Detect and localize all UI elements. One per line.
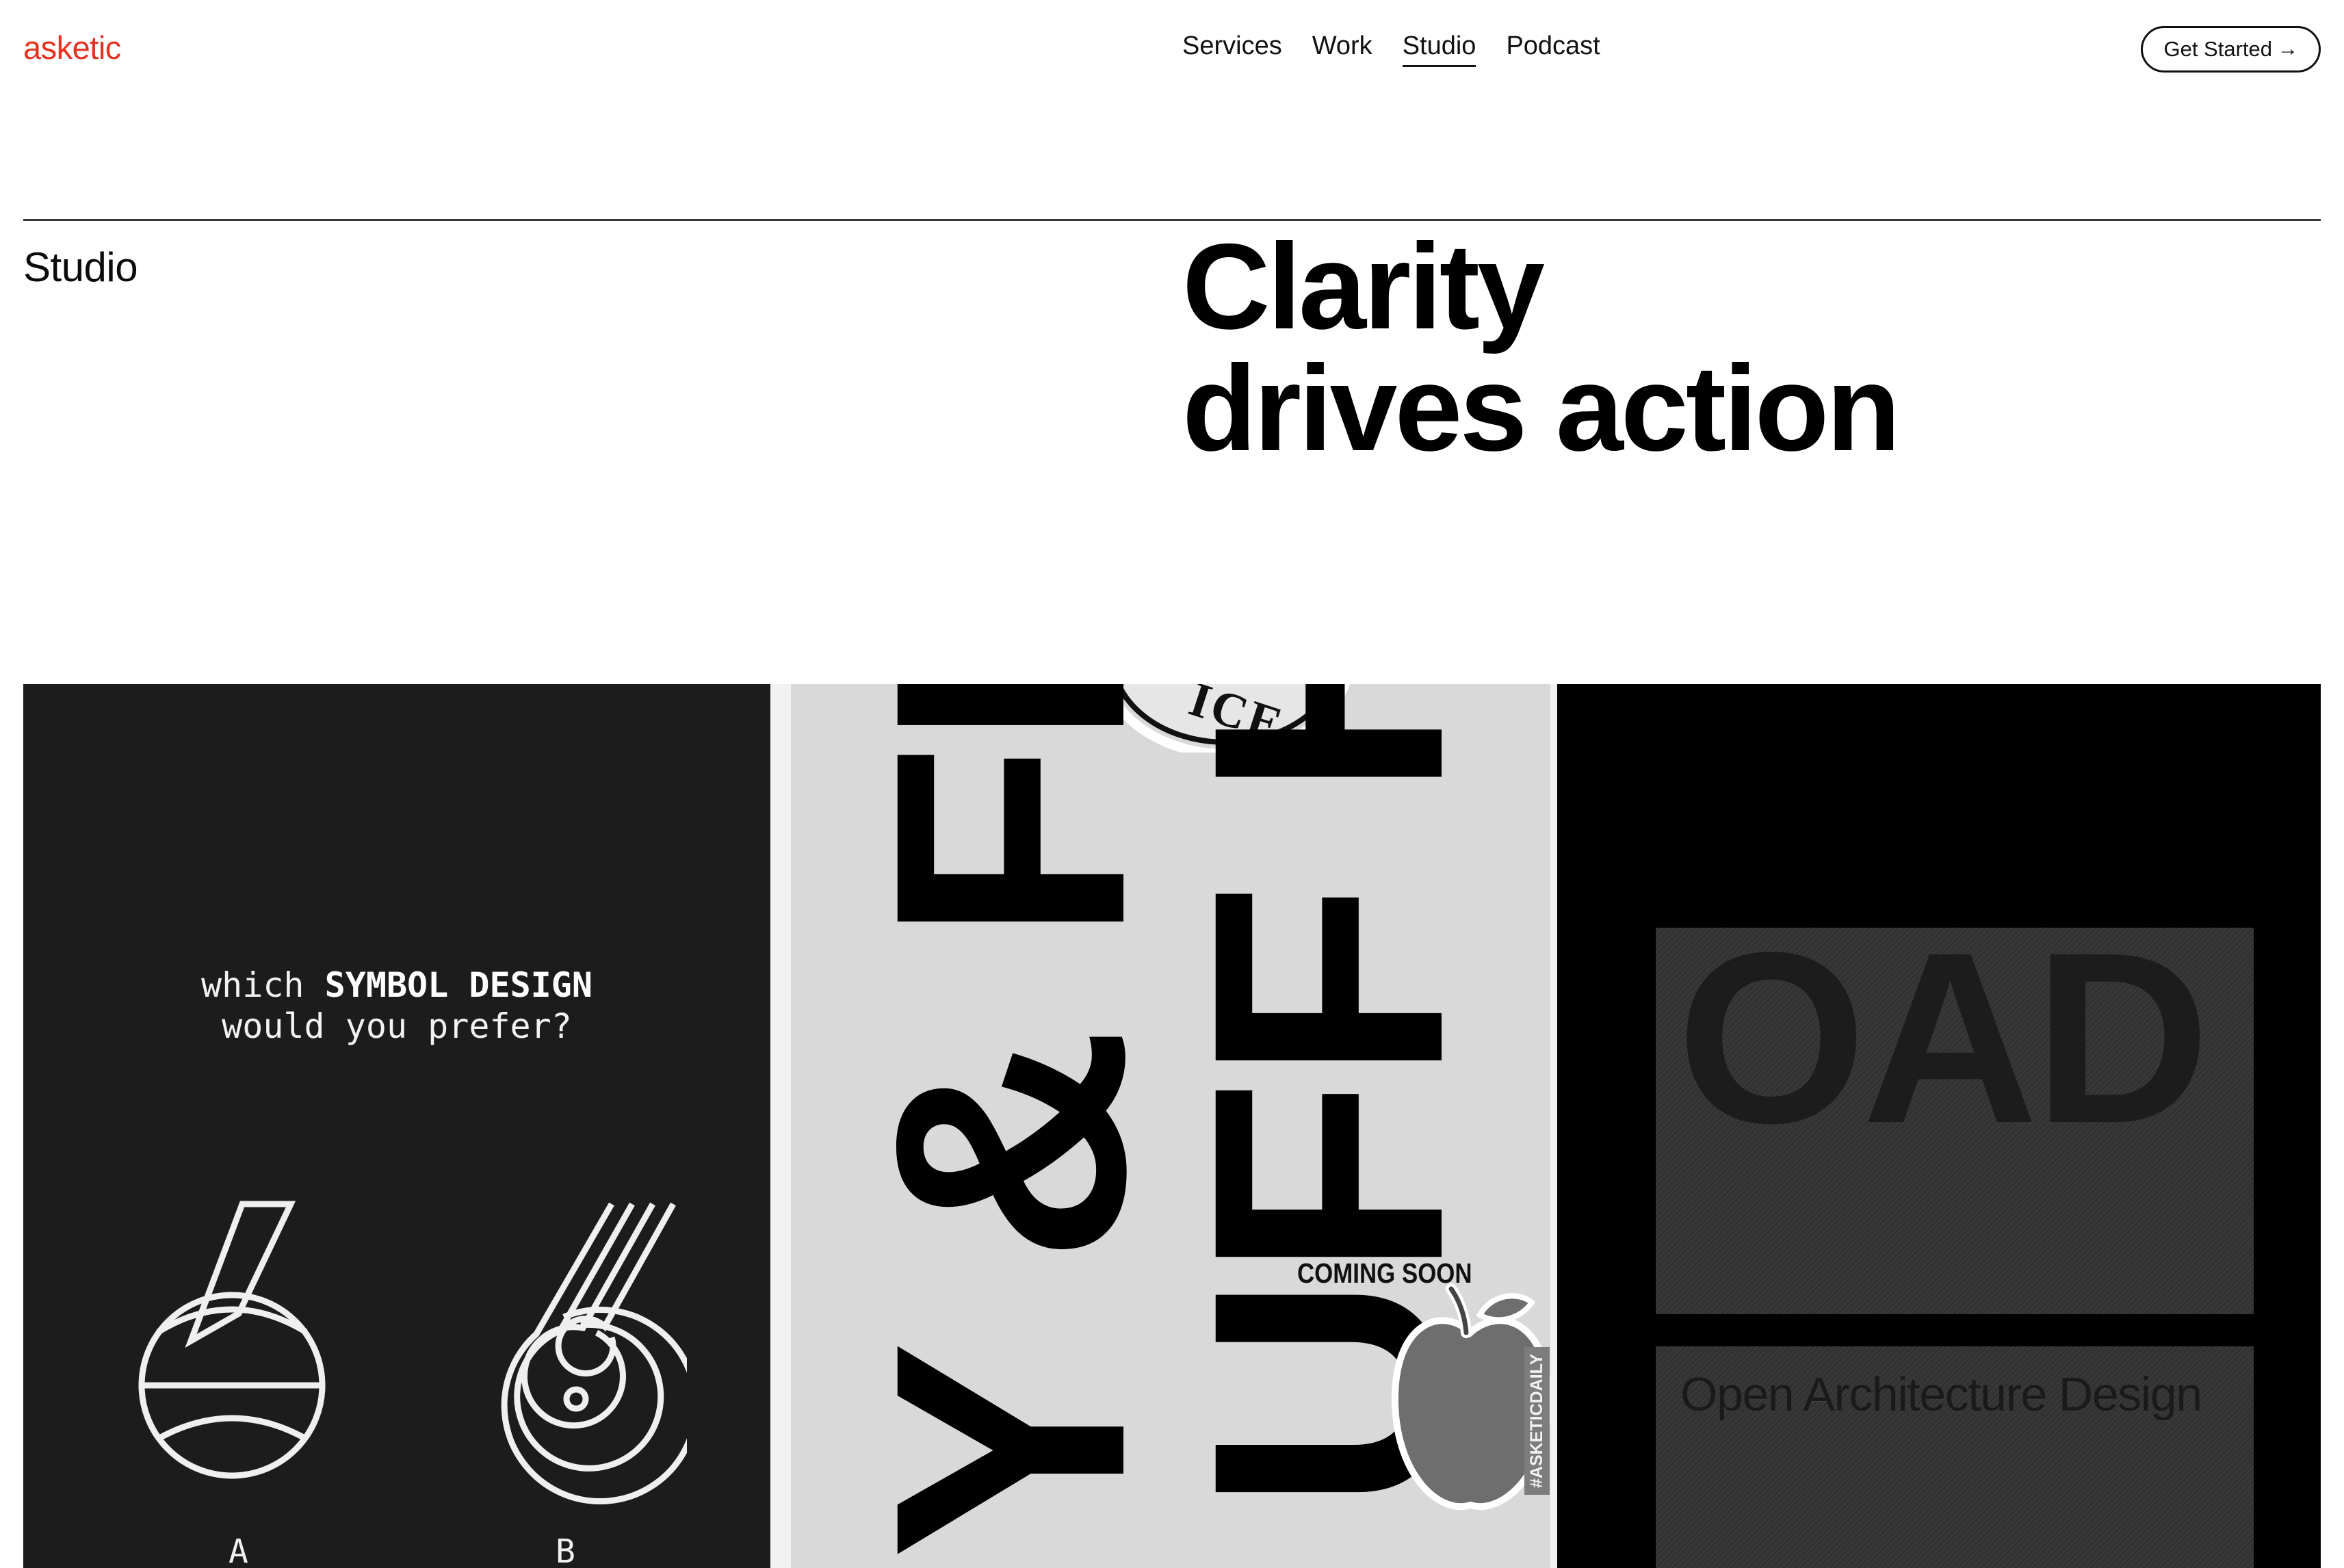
hero-headline: Clarity drives action [1182, 218, 1901, 476]
section-divider [23, 219, 2321, 221]
poll-question: which SYMBOL DESIGN would you prefer? [23, 965, 770, 1047]
get-started-button[interactable]: Get Started → [2141, 26, 2321, 73]
six-symbol-a-icon [138, 1201, 326, 1479]
nav-item-studio[interactable]: Studio [1402, 31, 1476, 67]
poster-headline-1: Y & FRESH [826, 684, 1193, 1560]
nav-item-work[interactable]: Work [1312, 31, 1372, 67]
poster-artwork: ICE Y & FRESH UFF HERE COMING SOON #ASKE… [791, 684, 1550, 1568]
six-symbol-b-icon [501, 1202, 687, 1504]
section-label: Studio [23, 244, 138, 290]
hashtag-label: #ASKETICDAILY [1524, 1346, 1550, 1495]
oad-mark: OAD [1677, 902, 2210, 1174]
headline-line-1: Clarity [1182, 218, 1545, 354]
nav-item-services[interactable]: Services [1182, 31, 1282, 67]
get-started-label: Get Started [2163, 37, 2272, 61]
option-a-label: A [229, 1532, 248, 1568]
nav-item-podcast[interactable]: Podcast [1506, 31, 1600, 67]
main-nav: Services Work Studio Podcast [1182, 31, 1600, 67]
gallery-card-symbol-poll[interactable]: which SYMBOL DESIGN would you prefer? A [23, 684, 770, 1568]
site-header: asketic Services Work Studio Podcast Get… [0, 0, 2344, 99]
headline-line-2: drives action [1182, 340, 1901, 476]
arrow-right-icon: → [2278, 38, 2298, 60]
oad-subtitle: Open Architecture Design [1680, 1368, 2202, 1421]
poll-question-bold: SYMBOL DESIGN [324, 965, 592, 1005]
poll-question-prefix: which [201, 965, 304, 1005]
poll-question-line2: would you prefer? [222, 1006, 572, 1046]
option-b-label: B [556, 1532, 575, 1568]
brand-logo[interactable]: asketic [23, 29, 121, 66]
gallery-card-fresh-poster[interactable]: ICE Y & FRESH UFF HERE COMING SOON #ASKE… [770, 684, 1557, 1568]
